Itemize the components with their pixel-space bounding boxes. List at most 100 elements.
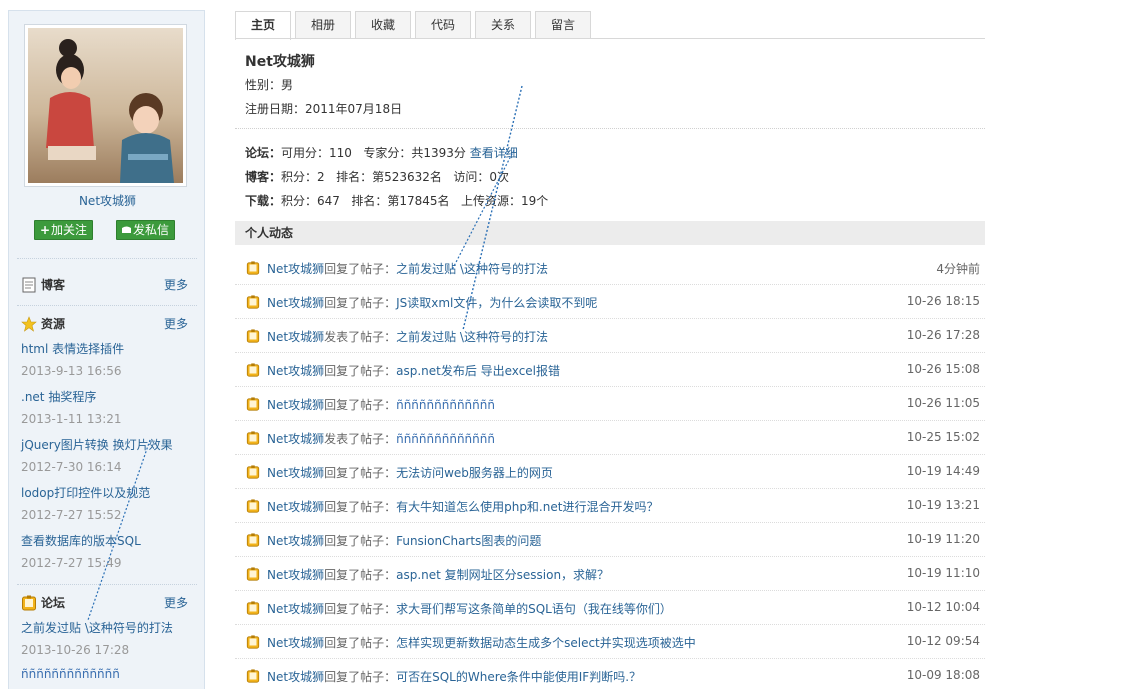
- activity-time: 10-12 10:04: [906, 600, 980, 614]
- tab-messages[interactable]: 留言: [535, 11, 591, 39]
- divider: [17, 305, 197, 306]
- activity-verb: 回复了帖子：: [324, 568, 397, 582]
- resource-date: 2013-1-11 13:21: [21, 412, 122, 426]
- resource-link[interactable]: html 表情选择插件: [21, 340, 124, 357]
- activity-title-link[interactable]: 求大哥们帮写这条简单的SQL语句（我在线等你们）: [396, 602, 672, 616]
- activity-row: Net攻城狮回复了帖子：求大哥们帮写这条简单的SQL语句（我在线等你们） 10-…: [235, 591, 985, 625]
- activity-title-link[interactable]: 怎样实现更新数据动态生成多个select并实现选项被选中: [396, 636, 696, 650]
- activity-verb: 回复了帖子：: [324, 466, 397, 480]
- resources-more-link[interactable]: 更多: [164, 315, 188, 332]
- activity-user-link[interactable]: Net攻城狮: [267, 330, 324, 344]
- divider: [235, 128, 985, 129]
- post-icon: [246, 499, 260, 513]
- activity-time: 10-26 18:15: [906, 294, 980, 308]
- activity-verb: 回复了帖子：: [324, 534, 397, 548]
- activity-verb: 回复了帖子：: [324, 500, 397, 514]
- activity-user-link[interactable]: Net攻城狮: [267, 364, 324, 378]
- post-icon: [246, 261, 260, 275]
- avatar[interactable]: [24, 24, 187, 187]
- activity-user-link[interactable]: Net攻城狮: [267, 670, 324, 684]
- activity-title-link[interactable]: asp.net发布后 导出excel报错: [396, 364, 560, 378]
- activity-title-link[interactable]: asp.net 复制网址区分session，求解？: [396, 568, 609, 582]
- activity-row: Net攻城狮回复了帖子：有大牛知道怎么使用php和.net进行混合开发吗？ 10…: [235, 489, 985, 523]
- activity-row: Net攻城狮回复了帖子：可否在SQL的Where条件中能使用IF判断吗.？ 10…: [235, 659, 985, 689]
- activity-title-link[interactable]: 无法访问web服务器上的网页: [396, 466, 553, 480]
- activity-row: Net攻城狮回复了帖子：asp.net发布后 导出excel报错 10-26 1…: [235, 353, 985, 387]
- blog-stats-label: 博客：: [245, 170, 282, 184]
- activity-header: 个人动态: [235, 221, 985, 245]
- tab-favorites[interactable]: 收藏: [355, 11, 411, 39]
- activity-user-link[interactable]: Net攻城狮: [267, 466, 324, 480]
- activity-user-link[interactable]: Net攻城狮: [267, 500, 324, 514]
- resources-section-label: 资源: [41, 317, 66, 331]
- activity-verb: 回复了帖子：: [324, 262, 397, 276]
- activity-verb: 回复了帖子：: [324, 364, 397, 378]
- resource-link[interactable]: .net 抽奖程序: [21, 388, 96, 405]
- activity-user-link[interactable]: Net攻城狮: [267, 602, 324, 616]
- activity-row: Net攻城狮发表了帖子：之前发过贴 \这种符号的打法 10-26 17:28: [235, 319, 985, 353]
- activity-title-link[interactable]: 有大牛知道怎么使用php和.net进行混合开发吗？: [396, 500, 658, 514]
- view-details-link[interactable]: 查看详细: [470, 146, 518, 160]
- activity-verb: 回复了帖子：: [324, 398, 397, 412]
- forum-icon: [21, 595, 37, 611]
- download-stats-text: 积分：647 排名：第17845名 上传资源：19个: [281, 194, 549, 208]
- resource-link[interactable]: lodop打印控件以及规范: [21, 484, 150, 501]
- tab-code[interactable]: 代码: [415, 11, 471, 39]
- blog-section-title: 博客: [21, 276, 65, 293]
- activity-row: Net攻城狮回复了帖子：ñññññññññññññ 10-26 11:05: [235, 387, 985, 421]
- follow-button[interactable]: +加关注: [34, 220, 94, 240]
- activity-user-link[interactable]: Net攻城狮: [267, 398, 324, 412]
- post-icon: [246, 431, 260, 445]
- activity-user-link[interactable]: Net攻城狮: [267, 636, 324, 650]
- activity-user-link[interactable]: Net攻城狮: [267, 262, 324, 276]
- activity-row: Net攻城狮回复了帖子：JS读取xml文件，为什么会读取不到呢 10-26 18…: [235, 285, 985, 319]
- tab-home[interactable]: 主页: [235, 11, 291, 40]
- activity-title-link[interactable]: 可否在SQL的Where条件中能使用IF判断吗.？: [396, 670, 641, 684]
- send-message-button[interactable]: 发私信: [116, 220, 176, 240]
- forum-stats-label: 论坛：: [245, 146, 282, 160]
- activity-time: 10-25 15:02: [906, 430, 980, 444]
- post-icon: [246, 329, 260, 343]
- forum-glitch-text[interactable]: ñññññññññññññ: [21, 667, 120, 681]
- activity-row: Net攻城狮回复了帖子：FunsionCharts图表的问题 10-19 11:…: [235, 523, 985, 557]
- activity-title-link[interactable]: 之前发过贴 \这种符号的打法: [396, 262, 548, 276]
- activity-user-link[interactable]: Net攻城狮: [267, 568, 324, 582]
- tab-bar: 主页 相册 收藏 代码 关系 留言: [235, 11, 591, 40]
- activity-list: Net攻城狮回复了帖子：之前发过贴 \这种符号的打法 4分钟前 Net攻城狮回复…: [235, 251, 985, 689]
- post-icon: [246, 295, 260, 309]
- activity-verb: 回复了帖子：: [324, 636, 397, 650]
- activity-user-link[interactable]: Net攻城狮: [267, 432, 324, 446]
- tab-underline: [235, 38, 985, 39]
- send-message-label: 发私信: [133, 223, 170, 237]
- resource-link[interactable]: jQuery图片转换 换灯片效果: [21, 436, 173, 453]
- forum-link[interactable]: 之前发过贴 \这种符号的打法: [21, 619, 173, 636]
- avatar-image[interactable]: [28, 28, 183, 183]
- tab-album[interactable]: 相册: [295, 11, 351, 39]
- activity-row: Net攻城狮回复了帖子：怎样实现更新数据动态生成多个select并实现选项被选中…: [235, 625, 985, 659]
- activity-verb: 回复了帖子：: [324, 296, 397, 310]
- resource-date: 2012-7-30 16:14: [21, 460, 122, 474]
- activity-title-link[interactable]: JS读取xml文件，为什么会读取不到呢: [396, 296, 597, 310]
- forum-more-link[interactable]: 更多: [164, 594, 188, 611]
- activity-title-link[interactable]: FunsionCharts图表的问题: [396, 534, 541, 548]
- blog-more-link[interactable]: 更多: [164, 276, 188, 293]
- forum-section-title: 论坛: [21, 594, 65, 611]
- activity-title-link[interactable]: ñññññññññññññ: [396, 398, 495, 412]
- post-icon: [246, 465, 260, 479]
- activity-time: 10-19 14:49: [906, 464, 980, 478]
- activity-title-link[interactable]: 之前发过贴 \这种符号的打法: [396, 330, 548, 344]
- activity-row: Net攻城狮回复了帖子：asp.net 复制网址区分session，求解？ 10…: [235, 557, 985, 591]
- activity-user-link[interactable]: Net攻城狮: [267, 296, 324, 310]
- blog-stats-text: 积分：2 排名：第523632名 访问：0次: [281, 170, 509, 184]
- activity-time: 10-26 17:28: [906, 328, 980, 342]
- sidebar-username[interactable]: Net攻城狮: [9, 192, 206, 209]
- activity-user-link[interactable]: Net攻城狮: [267, 534, 324, 548]
- activity-verb: 回复了帖子：: [324, 602, 397, 616]
- resource-link[interactable]: 查看数据库的版本SQL: [21, 532, 141, 549]
- profile-regdate: 注册日期：2011年07月18日: [245, 102, 403, 116]
- message-icon: [122, 221, 131, 239]
- profile-name: Net攻城狮: [245, 54, 315, 70]
- post-icon: [246, 669, 260, 683]
- tab-relations[interactable]: 关系: [475, 11, 531, 39]
- activity-title-link[interactable]: ñññññññññññññ: [396, 432, 495, 446]
